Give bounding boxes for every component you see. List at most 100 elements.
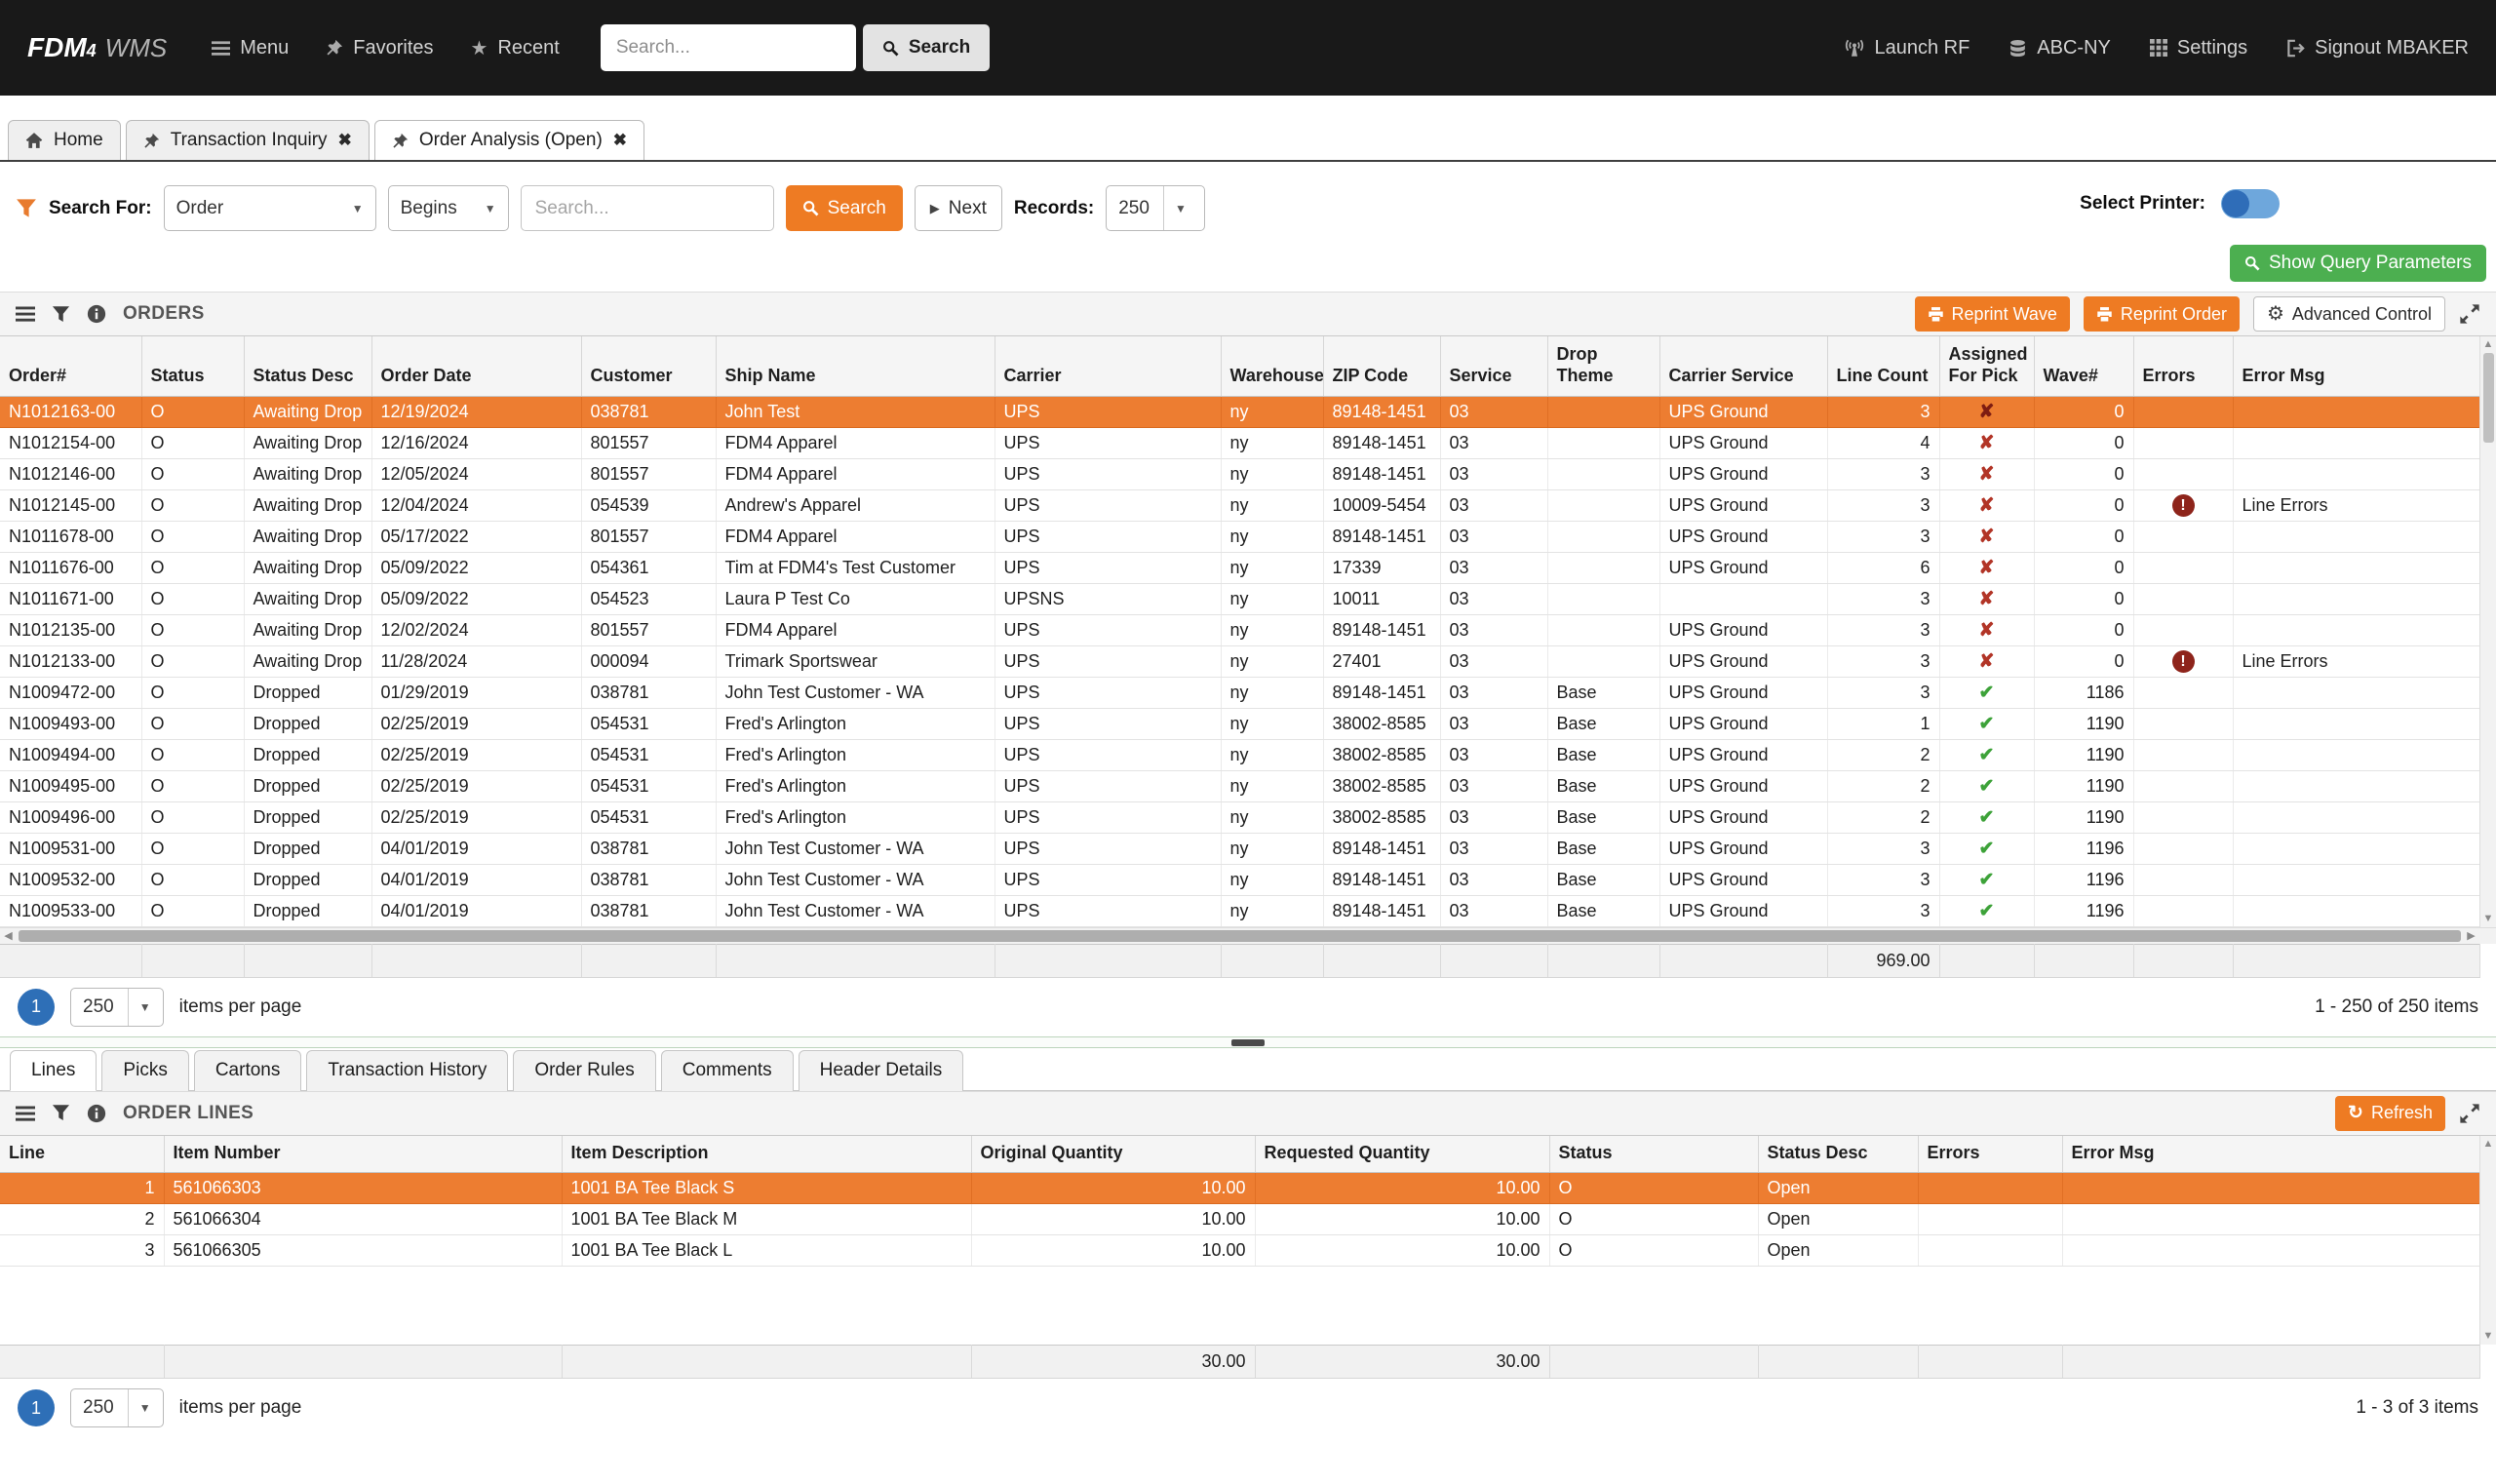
cell-ship_name[interactable]: John Test Customer - WA [716, 677, 994, 708]
cell-errors[interactable] [2133, 677, 2233, 708]
cell-status[interactable]: O [1549, 1235, 1758, 1267]
column-header-carrier[interactable]: Carrier [994, 336, 1221, 396]
cell-wave[interactable]: 1196 [2034, 895, 2133, 926]
cell-order[interactable]: N1011676-00 [0, 552, 141, 583]
cell-order_date[interactable]: 04/01/2019 [371, 895, 581, 926]
cell-line_count[interactable]: 3 [1827, 458, 1939, 489]
cell-status_desc[interactable]: Awaiting Drop [244, 552, 371, 583]
cell-warehouse[interactable]: ny [1221, 396, 1323, 427]
cell-carrier_service[interactable]: UPS Ground [1659, 614, 1827, 645]
cell-wave[interactable]: 0 [2034, 489, 2133, 521]
cell-status[interactable]: O [141, 552, 244, 583]
cell-service[interactable]: 03 [1440, 583, 1547, 614]
cell-errors[interactable] [1918, 1173, 2062, 1204]
table-row[interactable]: N1009532-00ODropped04/01/2019038781John … [0, 864, 2479, 895]
cell-carrier[interactable]: UPS [994, 489, 1221, 521]
cell-drop_theme[interactable]: Base [1547, 895, 1659, 926]
reprint-wave-button[interactable]: Reprint Wave [1915, 296, 2070, 332]
column-header-item_number[interactable]: Item Number [164, 1136, 562, 1173]
cell-line[interactable]: 1 [0, 1173, 164, 1204]
cell-customer[interactable]: 000094 [581, 645, 716, 677]
cell-wave[interactable]: 0 [2034, 396, 2133, 427]
cell-error_msg[interactable] [2062, 1204, 2479, 1235]
cell-zip_code[interactable]: 38002-8585 [1323, 708, 1440, 739]
cell-errors[interactable] [2133, 458, 2233, 489]
cell-ship_name[interactable]: Fred's Arlington [716, 801, 994, 833]
cell-line_count[interactable]: 6 [1827, 552, 1939, 583]
cell-zip_code[interactable]: 89148-1451 [1323, 427, 1440, 458]
cell-drop_theme[interactable] [1547, 521, 1659, 552]
cell-service[interactable]: 03 [1440, 739, 1547, 770]
cell-ship_name[interactable]: FDM4 Apparel [716, 521, 994, 552]
cell-carrier[interactable]: UPS [994, 521, 1221, 552]
orders-page-size-select[interactable]: 250 ▼ [70, 988, 164, 1027]
cell-errors[interactable] [2133, 552, 2233, 583]
table-row[interactable]: N1009496-00ODropped02/25/2019054531Fred'… [0, 801, 2479, 833]
cell-carrier_service[interactable]: UPS Ground [1659, 895, 1827, 926]
scroll-down-icon[interactable]: ▼ [2483, 911, 2494, 927]
cell-errors[interactable] [2133, 801, 2233, 833]
cell-drop_theme[interactable] [1547, 645, 1659, 677]
cell-errors[interactable] [2133, 833, 2233, 864]
cell-warehouse[interactable]: ny [1221, 521, 1323, 552]
cell-warehouse[interactable]: ny [1221, 458, 1323, 489]
cell-zip_code[interactable]: 10011 [1323, 583, 1440, 614]
cell-line_count[interactable]: 3 [1827, 833, 1939, 864]
refresh-button[interactable]: ↻ Refresh [2335, 1096, 2445, 1131]
cell-carrier_service[interactable]: UPS Ground [1659, 739, 1827, 770]
close-icon[interactable]: ✖ [338, 131, 352, 150]
expand-icon[interactable] [2459, 303, 2480, 325]
cell-carrier_service[interactable]: UPS Ground [1659, 489, 1827, 521]
cell-error_msg[interactable] [2062, 1235, 2479, 1267]
cell-customer[interactable]: 801557 [581, 614, 716, 645]
cell-drop_theme[interactable] [1547, 489, 1659, 521]
cell-assigned_for_pick[interactable]: ✘ [1939, 427, 2034, 458]
cell-assigned_for_pick[interactable]: ✘ [1939, 396, 2034, 427]
column-header-zip_code[interactable]: ZIP Code [1323, 336, 1440, 396]
cell-order[interactable]: N1012135-00 [0, 614, 141, 645]
cell-warehouse[interactable]: ny [1221, 489, 1323, 521]
cell-ship_name[interactable]: FDM4 Apparel [716, 427, 994, 458]
printer-toggle[interactable] [2221, 189, 2280, 218]
cell-error_msg[interactable] [2233, 801, 2479, 833]
cell-order[interactable]: N1012146-00 [0, 458, 141, 489]
scroll-right-icon[interactable]: ▶ [2463, 929, 2479, 942]
cell-assigned_for_pick[interactable]: ✘ [1939, 583, 2034, 614]
cell-item_number[interactable]: 561066304 [164, 1204, 562, 1235]
cell-carrier_service[interactable]: UPS Ground [1659, 521, 1827, 552]
cell-line_count[interactable]: 3 [1827, 864, 1939, 895]
cell-status_desc[interactable]: Awaiting Drop [244, 583, 371, 614]
search-field-select[interactable]: Order ▼ [164, 185, 376, 231]
table-row[interactable]: 15610663031001 BA Tee Black S10.0010.00O… [0, 1173, 2479, 1204]
cell-service[interactable]: 03 [1440, 614, 1547, 645]
cell-line_count[interactable]: 3 [1827, 614, 1939, 645]
cell-order_date[interactable]: 02/25/2019 [371, 708, 581, 739]
grid-menu-icon[interactable] [16, 1104, 35, 1123]
table-row[interactable]: N1011676-00OAwaiting Drop05/09/202205436… [0, 552, 2479, 583]
scroll-down-icon[interactable]: ▼ [2483, 1328, 2494, 1345]
column-header-line[interactable]: Line [0, 1136, 164, 1173]
cell-ship_name[interactable]: Tim at FDM4's Test Customer [716, 552, 994, 583]
cell-carrier_service[interactable]: UPS Ground [1659, 552, 1827, 583]
cell-drop_theme[interactable]: Base [1547, 801, 1659, 833]
orders-horizontal-scrollbar[interactable]: ◀ ▶ [0, 927, 2479, 944]
cell-service[interactable]: 03 [1440, 801, 1547, 833]
cell-order[interactable]: N1009533-00 [0, 895, 141, 926]
cell-zip_code[interactable]: 38002-8585 [1323, 770, 1440, 801]
table-row[interactable]: N1012135-00OAwaiting Drop12/02/202480155… [0, 614, 2479, 645]
column-header-status[interactable]: Status [1549, 1136, 1758, 1173]
column-header-service[interactable]: Service [1440, 336, 1547, 396]
cell-service[interactable]: 03 [1440, 427, 1547, 458]
cell-assigned_for_pick[interactable]: ✔ [1939, 833, 2034, 864]
cell-status_desc[interactable]: Dropped [244, 895, 371, 926]
cell-customer[interactable]: 801557 [581, 521, 716, 552]
cell-customer[interactable]: 054531 [581, 708, 716, 739]
cell-status[interactable]: O [141, 833, 244, 864]
table-row[interactable]: N1009472-00ODropped01/29/2019038781John … [0, 677, 2479, 708]
cell-line_count[interactable]: 3 [1827, 489, 1939, 521]
cell-item_description[interactable]: 1001 BA Tee Black L [562, 1235, 971, 1267]
table-row[interactable]: N1012146-00OAwaiting Drop12/05/202480155… [0, 458, 2479, 489]
search-operator-select[interactable]: Begins ▼ [388, 185, 509, 231]
cell-line_count[interactable]: 3 [1827, 645, 1939, 677]
cell-ship_name[interactable]: Fred's Arlington [716, 708, 994, 739]
